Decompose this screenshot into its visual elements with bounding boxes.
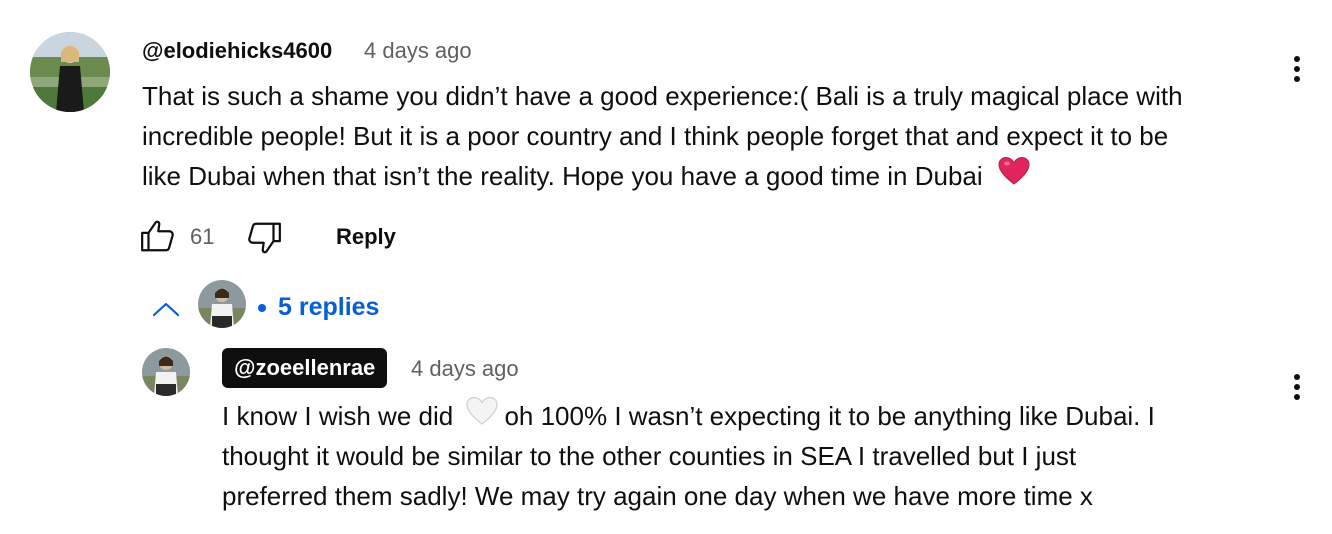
reply-timestamp[interactable]: 4 days ago xyxy=(411,356,519,382)
reply-text-segment: I know I wish we did xyxy=(222,401,454,431)
more-vert-icon xyxy=(1294,374,1300,380)
reply-author-avatar[interactable] xyxy=(142,348,190,396)
thumbs-down-icon xyxy=(248,222,281,254)
replies-separator-dot xyxy=(258,304,266,312)
reply-more-button[interactable] xyxy=(1294,370,1302,404)
comment-timestamp[interactable]: 4 days ago xyxy=(364,38,472,64)
comment-more-button[interactable] xyxy=(1294,52,1302,86)
collapse-replies-button[interactable] xyxy=(146,292,186,326)
reply-text-line: I know I wish we did oh 100% I wasn’t ex… xyxy=(222,396,1282,436)
chevron-up-icon xyxy=(152,302,180,317)
comment-text-segment: like Dubai when that isn’t the reality. … xyxy=(142,161,983,191)
comment-text: That is such a shame you didn’t have a g… xyxy=(142,76,1272,196)
white-heart-icon xyxy=(466,396,499,437)
view-replies-button[interactable]: 5 replies xyxy=(278,293,379,322)
reply-text-segment: oh 100% I wasn’t expecting it to be anyt… xyxy=(504,401,1155,431)
creator-reply-avatar xyxy=(198,280,246,328)
reply-text-line: preferred them sadly! We may try again o… xyxy=(222,481,1093,511)
comment-text-line: like Dubai when that isn’t the reality. … xyxy=(142,156,1272,196)
red-heart-icon xyxy=(998,156,1030,197)
reply-text: I know I wish we did oh 100% I wasn’t ex… xyxy=(222,396,1282,516)
channel-owner-badge[interactable]: @zoeellenrae xyxy=(222,348,388,388)
like-count: 61 xyxy=(190,224,215,249)
reply-button[interactable]: Reply xyxy=(336,224,396,250)
creator-avatar-image xyxy=(198,280,246,328)
like-button[interactable] xyxy=(138,216,178,256)
comment-text-line: incredible people! But it is a poor coun… xyxy=(142,121,1169,151)
commenter-username[interactable]: @elodiehicks4600 xyxy=(142,38,332,64)
reply-text-line: thought it would be similar to the other… xyxy=(222,441,1077,471)
dislike-button[interactable] xyxy=(244,218,284,258)
commenter-avatar[interactable] xyxy=(30,32,110,112)
thumbs-up-icon xyxy=(141,220,174,252)
comment-text-line: That is such a shame you didn’t have a g… xyxy=(142,81,1183,111)
commenter-avatar-image xyxy=(30,32,110,112)
more-vert-icon xyxy=(1294,56,1300,62)
reply-avatar-image xyxy=(142,348,190,396)
